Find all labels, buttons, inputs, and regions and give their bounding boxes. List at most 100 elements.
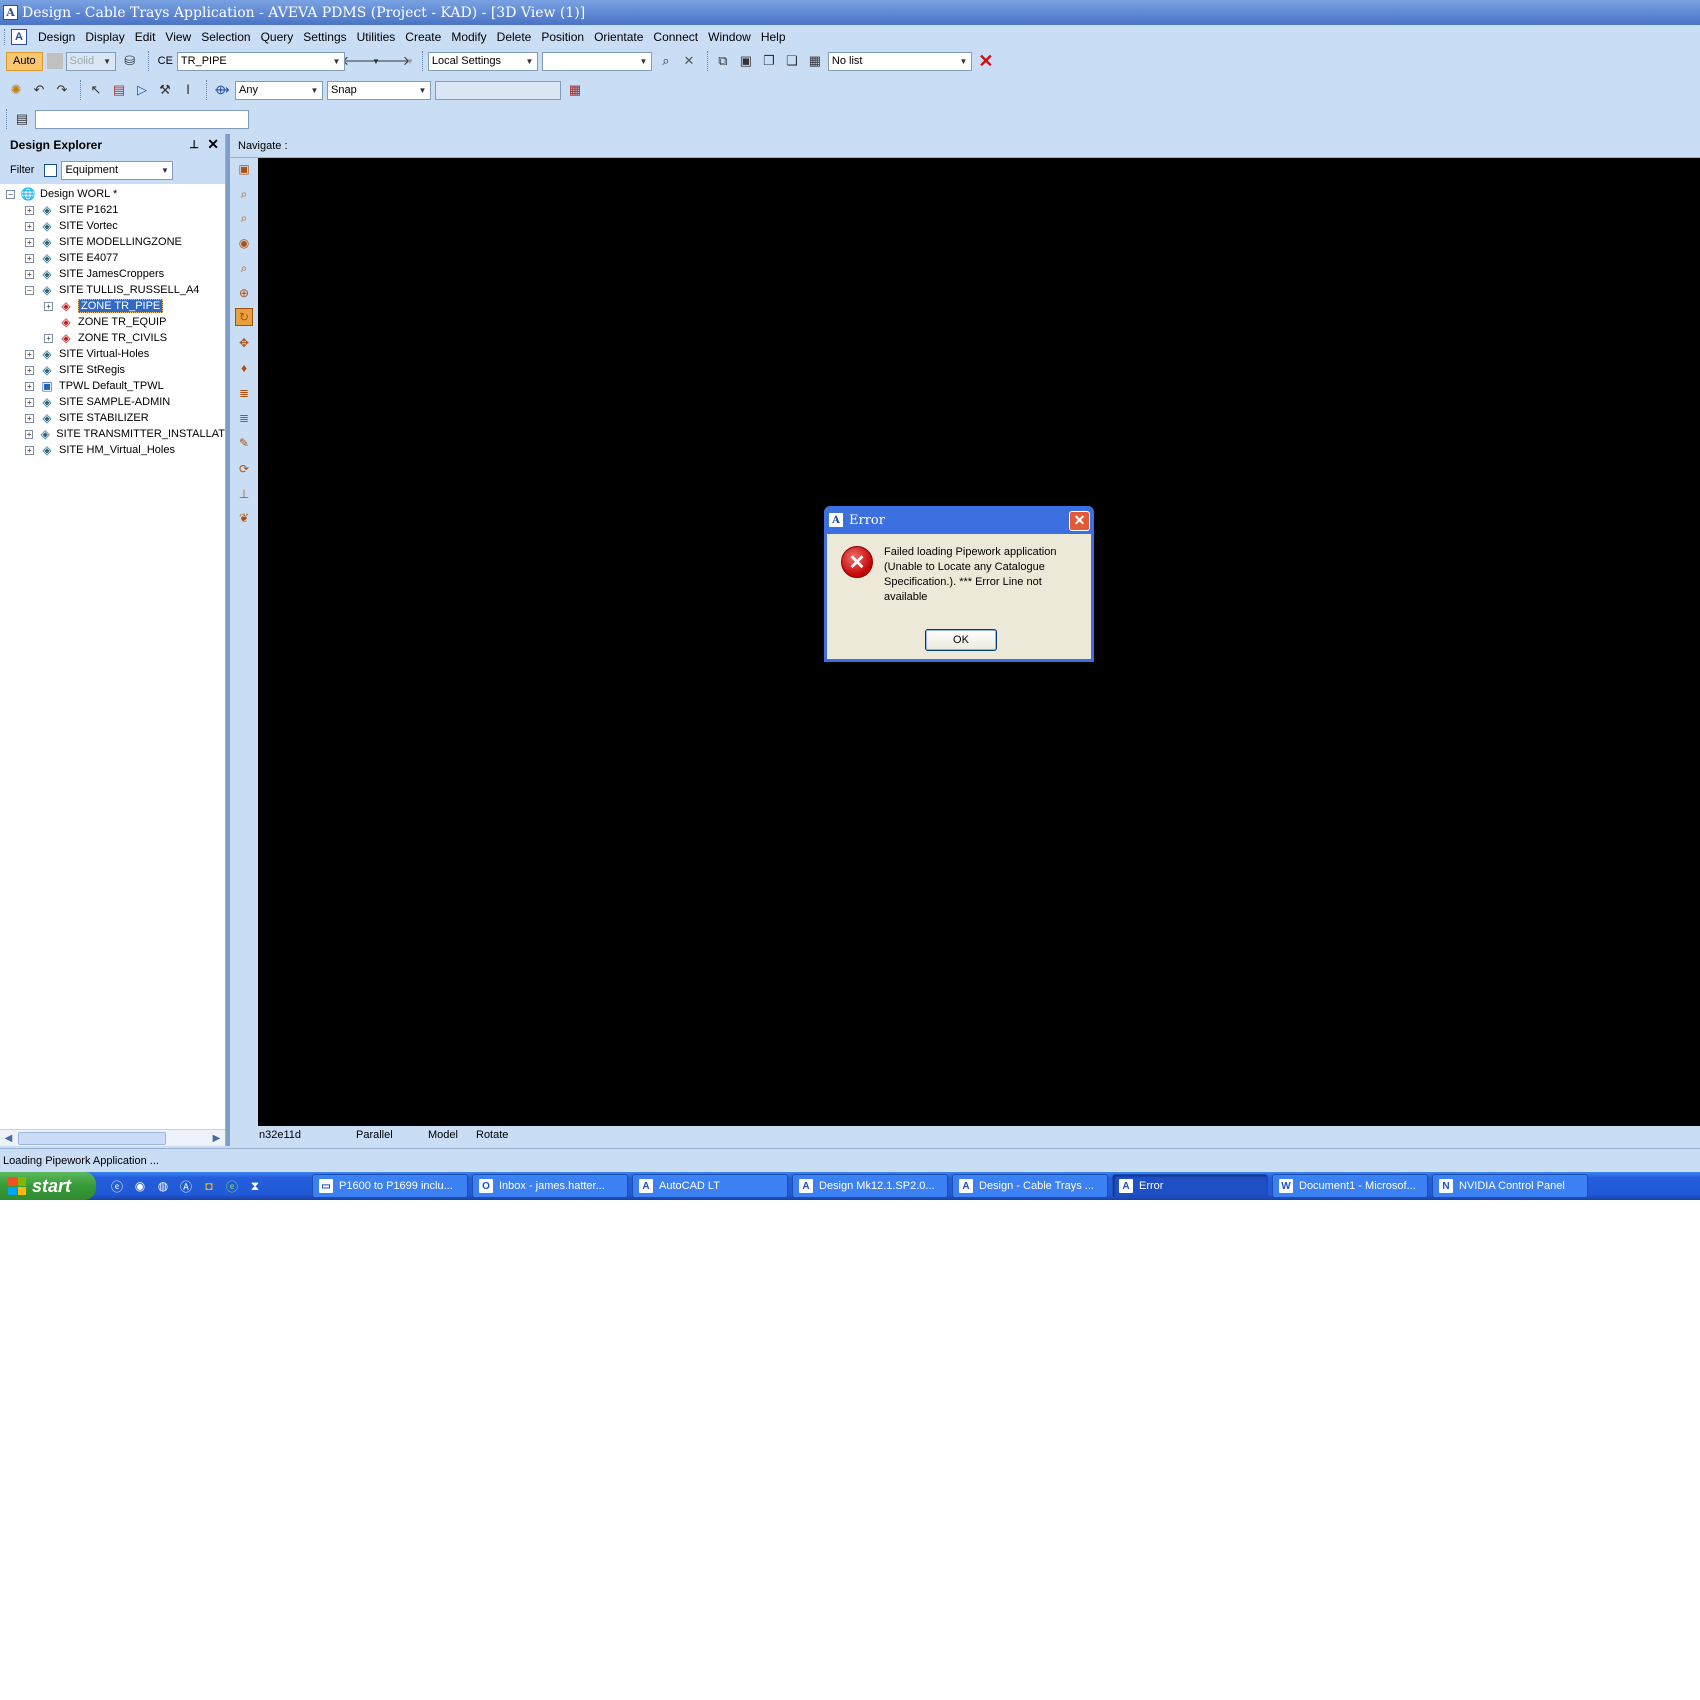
tree-node[interactable]: + ◈ SITE Virtual-Holes <box>0 346 225 362</box>
menu-window[interactable]: Window <box>703 30 756 44</box>
layers-edit-icon[interactable]: ≣ <box>235 409 253 427</box>
menu-display[interactable]: Display <box>80 30 129 44</box>
copy-icon[interactable]: ⧉ <box>713 51 733 71</box>
taskbar-button[interactable]: N NVIDIA Control Panel <box>1432 1174 1588 1198</box>
tree-node[interactable]: + ◈ SITE Vortec <box>0 218 225 234</box>
expand-icon[interactable]: + <box>25 429 34 439</box>
taskbar-button[interactable]: ▭ P1600 to P1699 inclu... <box>312 1174 468 1198</box>
horizontal-scrollbar[interactable]: ◀ ▶ <box>0 1129 225 1146</box>
tree-node[interactable]: + ◈ SITE STABILIZER <box>0 410 225 426</box>
refresh-view-icon[interactable]: ⟳ <box>235 460 253 478</box>
database-icon[interactable]: ⛁ <box>120 51 140 71</box>
tree-node[interactable]: + ◈ SITE SAMPLE-ADMIN <box>0 394 225 410</box>
back-arrow-icon[interactable]: 🡐 <box>341 51 376 71</box>
excel-icon[interactable]: ⓔ <box>223 1177 241 1195</box>
rotate-icon[interactable]: ↻ <box>235 308 253 326</box>
measure-icon[interactable]: ⚒ <box>155 80 175 100</box>
paint-icon[interactable]: ✎ <box>235 434 253 452</box>
tree-node[interactable]: + ◈ SITE MODELLINGZONE <box>0 234 225 250</box>
current-element-select[interactable]: TR_PIPE ▼ <box>176 51 345 71</box>
tree-node[interactable]: − ◈ SITE TULLIS_RUSSELL_A4 <box>0 282 225 298</box>
color-swatch-icon[interactable] <box>46 53 63 69</box>
network-icon[interactable]: ⧗ <box>246 1177 264 1195</box>
select-pointer-icon[interactable]: ↖ <box>86 80 106 100</box>
menu-design[interactable]: Design <box>33 30 80 44</box>
expand-icon[interactable]: + <box>25 253 34 263</box>
tree-node[interactable]: + ◈ SITE HM_Virtual_Holes <box>0 442 225 458</box>
taskbar-button[interactable]: A Design - Cable Trays ... <box>952 1174 1108 1198</box>
taskbar-button[interactable]: A AutoCAD LT <box>632 1174 788 1198</box>
expand-icon[interactable]: + <box>25 237 34 247</box>
filter-select[interactable]: Equipment ▼ <box>61 160 174 180</box>
view-limits-icon[interactable]: ▣ <box>235 160 253 178</box>
aveva-app-icon[interactable]: A <box>3 5 18 20</box>
save-icon[interactable]: ▣ <box>736 51 756 71</box>
menu-settings[interactable]: Settings <box>298 30 351 44</box>
expand-icon[interactable]: + <box>44 333 53 343</box>
zoom-search-icon[interactable]: ⌕ <box>235 259 253 277</box>
ie-icon[interactable]: ⓔ <box>108 1177 126 1195</box>
pan-icon[interactable]: ✥ <box>235 334 253 352</box>
positioning-icon[interactable]: ⟴ <box>212 80 232 100</box>
tree-node[interactable]: + ◈ SITE TRANSMITTER_INSTALLAT <box>0 426 225 442</box>
expand-icon[interactable]: + <box>25 397 34 407</box>
close-icon[interactable]: ✕ <box>1069 511 1090 531</box>
list-grid-icon[interactable]: ▦ <box>805 51 825 71</box>
position-input[interactable] <box>435 80 561 100</box>
walk-icon[interactable]: ♦ <box>235 359 253 377</box>
filter-checkbox[interactable] <box>44 163 58 177</box>
tree-node[interactable]: + ◈ SITE StRegis <box>0 362 225 378</box>
ok-button[interactable]: OK <box>925 629 997 651</box>
menu-selection[interactable]: Selection <box>196 30 255 44</box>
scroll-thumb[interactable] <box>18 1132 166 1145</box>
clip-icon[interactable]: ❦ <box>235 509 253 527</box>
tree-node[interactable]: + ◈ ZONE TR_CIVILS <box>0 330 225 346</box>
menu-view[interactable]: View <box>160 30 196 44</box>
layers-icon[interactable]: ≣ <box>235 384 253 402</box>
command-window-icon[interactable]: ▤ <box>12 109 32 129</box>
expand-icon[interactable]: + <box>25 205 34 215</box>
collapse-icon[interactable]: − <box>25 285 34 295</box>
list-select[interactable]: No list ▼ <box>827 51 972 71</box>
tree-node[interactable]: + ▣ TPWL Default_TPWL <box>0 378 225 394</box>
autocad-icon[interactable]: Ⓐ <box>177 1177 195 1195</box>
walk-to-icon[interactable]: ⌕ <box>235 185 253 203</box>
tree-node[interactable]: − 🌐 Design WORL * <box>0 186 225 202</box>
star-effect-icon[interactable]: ✺ <box>6 80 26 100</box>
grid-settings-icon[interactable]: ▦ <box>565 80 585 100</box>
triangle-tool-icon[interactable]: ▷ <box>132 80 152 100</box>
tree-node[interactable]: + ◈ SITE E4077 <box>0 250 225 266</box>
menu-orientate[interactable]: Orientate <box>589 30 648 44</box>
axes-icon[interactable]: ⊥ <box>235 485 253 503</box>
binoculars-icon[interactable]: ⌕ <box>656 51 676 71</box>
undo-icon[interactable]: ↶ <box>29 80 49 100</box>
outlook-icon[interactable]: ◘ <box>200 1177 218 1195</box>
restore-window-icon[interactable]: ❏ <box>782 51 802 71</box>
secondary-settings-select[interactable]: ▼ <box>541 51 652 71</box>
render-mode-select[interactable]: Solid ▼ <box>65 51 116 71</box>
zoom-window-icon[interactable]: ⌕ <box>235 209 253 227</box>
tree-node[interactable]: ◈ ZONE TR_EQUIP <box>0 314 225 330</box>
menu-create[interactable]: Create <box>400 30 446 44</box>
expand-icon[interactable]: + <box>25 269 34 279</box>
system-menu-icon[interactable]: A <box>11 29 27 45</box>
taskbar-button[interactable]: A Error <box>1112 1174 1268 1198</box>
scroll-right-icon[interactable]: ▶ <box>208 1130 225 1147</box>
menu-utilities[interactable]: Utilities <box>352 30 401 44</box>
text-tool-icon[interactable]: Ⅰ <box>178 80 198 100</box>
auto-button[interactable]: Auto <box>6 51 43 71</box>
menu-modify[interactable]: Modify <box>446 30 491 44</box>
expand-icon[interactable]: + <box>25 365 34 375</box>
menu-query[interactable]: Query <box>256 30 299 44</box>
expand-icon[interactable]: + <box>25 381 34 391</box>
pin-icon[interactable]: ⊥ <box>189 138 199 151</box>
menu-position[interactable]: Position <box>536 30 589 44</box>
expand-icon[interactable]: + <box>25 445 34 455</box>
local-settings-select[interactable]: Local Settings ▼ <box>427 51 538 71</box>
window-icon[interactable]: ❐ <box>759 51 779 71</box>
scroll-left-icon[interactable]: ◀ <box>0 1130 17 1147</box>
orbit-icon[interactable]: ◉ <box>235 234 253 252</box>
tree-node[interactable]: + ◈ SITE P1621 <box>0 202 225 218</box>
toolbar-grip[interactable] <box>4 29 7 45</box>
tree-node[interactable]: + ◈ SITE JamesCroppers <box>0 266 225 282</box>
